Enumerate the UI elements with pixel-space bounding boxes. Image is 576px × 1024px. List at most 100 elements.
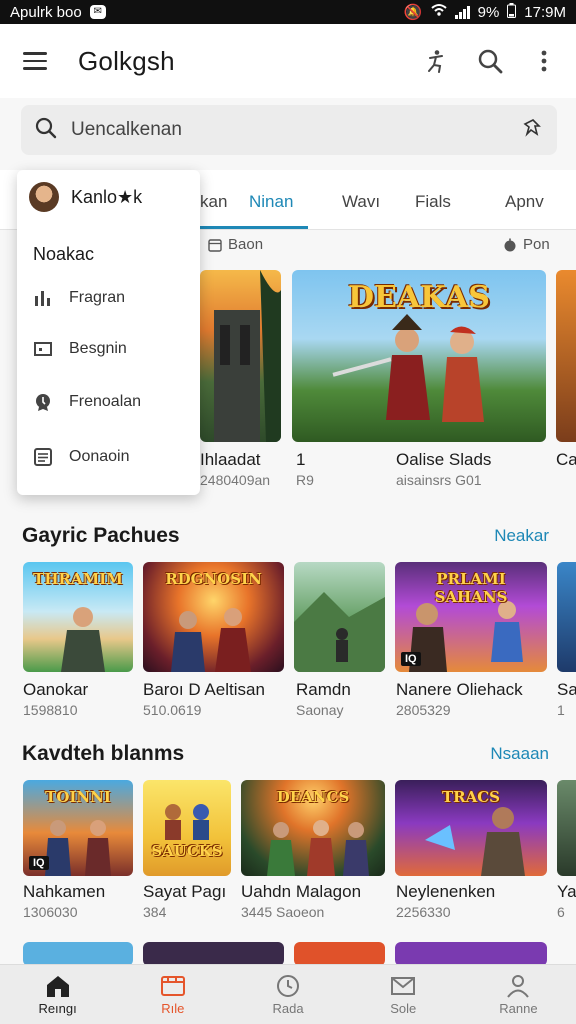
- person-icon: [507, 974, 530, 998]
- game-card-6[interactable]: TOINNI IQ: [23, 780, 133, 876]
- dropdown-section-title: Noakac: [33, 244, 95, 264]
- tab-wavi[interactable]: Wavı: [342, 192, 380, 212]
- game-card-4-title: Nanere Oliehack: [396, 680, 523, 699]
- game-card-2-title: Baroı D Aeltisan: [143, 680, 265, 699]
- tab-ninan[interactable]: Ninan: [249, 192, 293, 212]
- featured-banner-3[interactable]: [556, 270, 576, 442]
- game-card-9[interactable]: TRACS: [395, 780, 547, 876]
- featured-subtitle-3: aisainsrs G01: [396, 472, 482, 488]
- featured-banner-2[interactable]: DEAKAS: [292, 270, 546, 442]
- timer-icon: [504, 238, 516, 251]
- game-card-7-art: [165, 804, 209, 840]
- account-dropdown: Kanlo★k Noakac Fragran Besgnin Frenoalan…: [17, 170, 200, 495]
- featured-subtitle-2: R9: [296, 472, 314, 488]
- search-icon[interactable]: [476, 47, 504, 75]
- section-2-title: Kavdteh blanms: [22, 742, 185, 765]
- game-card-10-title: Ya: [557, 882, 576, 901]
- game-card-9-subtitle: 2256330: [396, 904, 451, 920]
- app-title: Golkgsh: [78, 45, 175, 76]
- dropdown-item-fragran[interactable]: Fragran: [33, 288, 125, 308]
- game-card-10[interactable]: [557, 780, 576, 876]
- nav-file[interactable]: Rıle: [115, 965, 230, 1024]
- mail-icon: [391, 976, 416, 995]
- nav-file-label: Rıle: [161, 1000, 185, 1016]
- game-card-peek-1[interactable]: [23, 942, 133, 966]
- carrier-label: Apulrk boo: [10, 3, 82, 21]
- app-bar-actions: [422, 47, 558, 75]
- dropdown-item-label: Fragran: [69, 289, 126, 306]
- dropdown-item-label: Frenoalan: [69, 393, 142, 410]
- game-card-3[interactable]: [294, 562, 385, 672]
- nav-home[interactable]: Reıngı: [0, 965, 115, 1024]
- filter-right-label: Pon: [523, 236, 550, 253]
- game-card-2-art-text: RDGNOSIN: [165, 570, 262, 588]
- game-card-2[interactable]: RDGNOSIN: [143, 562, 284, 672]
- nav-history-label: Rada: [272, 1000, 304, 1016]
- status-right: 🔕 9% 17:9M: [404, 2, 566, 22]
- game-card-1-title: Oanokar: [23, 680, 89, 699]
- featured-art-title: DEAKAS: [348, 280, 490, 315]
- game-card-7[interactable]: SAUCKS: [143, 780, 231, 876]
- voice-search-icon[interactable]: [523, 118, 543, 143]
- game-card-8-title: Uahdn Malagon: [241, 882, 362, 901]
- game-card-9-title: Neylenenken: [396, 882, 496, 901]
- game-card-4-art-text: PRLAMI SAHANS: [434, 570, 508, 606]
- temple-art: [214, 270, 281, 442]
- game-card-1[interactable]: THRAMIM: [23, 562, 133, 672]
- signal-icon: [454, 5, 470, 19]
- accessibility-icon[interactable]: [422, 47, 450, 75]
- game-card-8-art-text: DEANCS: [276, 788, 350, 806]
- dropdown-item-oonaoin[interactable]: Oonaoin: [33, 447, 130, 467]
- carrier-group: Apulrk boo ✉: [10, 4, 106, 21]
- game-card-8[interactable]: DEANCS: [241, 780, 385, 876]
- dropdown-user[interactable]: Kanlo★k: [29, 182, 142, 212]
- chart-icon: [33, 288, 53, 308]
- featured-banner-1[interactable]: [200, 270, 281, 442]
- nav-messages[interactable]: Sole: [346, 965, 461, 1024]
- search-bar[interactable]: Uencalkenan: [21, 105, 557, 155]
- game-card-8-subtitle: 3445 Saoeon: [241, 904, 325, 920]
- status-bar: Apulrk boo ✉ 🔕 9% 17:9M: [0, 0, 576, 24]
- game-card-7-art-text: SAUCKS: [151, 842, 223, 860]
- search-placeholder[interactable]: Uencalkenan: [71, 119, 182, 141]
- game-card-peek-3[interactable]: [294, 942, 385, 966]
- nav-profile[interactable]: Ranne: [461, 965, 576, 1024]
- battery-percent: 9%: [477, 3, 500, 21]
- tab-fials[interactable]: Fials: [415, 192, 451, 212]
- game-card-2-subtitle: 510.0619: [143, 702, 202, 718]
- game-card-6-title: Nahkamen: [23, 882, 106, 901]
- dropdown-item-frenoalan[interactable]: Frenoalan: [33, 392, 141, 412]
- section-1-more-link[interactable]: Neakar: [494, 526, 549, 546]
- featured-title-4: Ca: [556, 450, 576, 469]
- home-icon: [46, 975, 69, 997]
- search-icon: [35, 117, 57, 144]
- game-card-7-subtitle: 384: [143, 904, 167, 920]
- nav-profile-label: Ranne: [499, 1000, 538, 1016]
- notification-icon: ✉: [89, 5, 106, 19]
- wifi-icon: [430, 3, 447, 21]
- game-card-5[interactable]: [557, 562, 576, 672]
- more-vert-icon[interactable]: [530, 47, 558, 75]
- dropdown-item-besgnin[interactable]: Besgnin: [33, 339, 127, 359]
- nav-history[interactable]: Rada: [230, 965, 345, 1024]
- screen-icon: [33, 339, 53, 359]
- game-card-5-title: Sa: [557, 680, 576, 699]
- menu-icon[interactable]: [18, 44, 52, 78]
- game-card-4-subtitle: 2805329: [396, 702, 451, 718]
- game-card-6-art-text: TOINNI: [45, 788, 111, 806]
- tab-kan[interactable]: kan: [200, 192, 227, 212]
- filter-right[interactable]: Pon: [503, 236, 550, 253]
- game-card-1-subtitle: 1598810: [23, 702, 78, 718]
- section-2-more-link[interactable]: Nsaaan: [490, 744, 549, 764]
- game-card-peek-2[interactable]: [143, 942, 284, 966]
- game-card-4[interactable]: PRLAMI SAHANS IQ: [395, 562, 547, 672]
- tab-apnv[interactable]: Apnv: [505, 192, 544, 212]
- featured-title-3: Oalise Slads: [396, 450, 492, 469]
- dropdown-item-label: Oonaoin: [69, 448, 130, 465]
- game-card-3-art: [294, 592, 385, 672]
- badge-icon: [33, 392, 53, 412]
- avatar: [29, 182, 59, 212]
- nav-messages-label: Sole: [390, 1000, 417, 1016]
- game-card-peek-4[interactable]: [395, 942, 547, 966]
- filter-left[interactable]: Baon: [208, 236, 263, 253]
